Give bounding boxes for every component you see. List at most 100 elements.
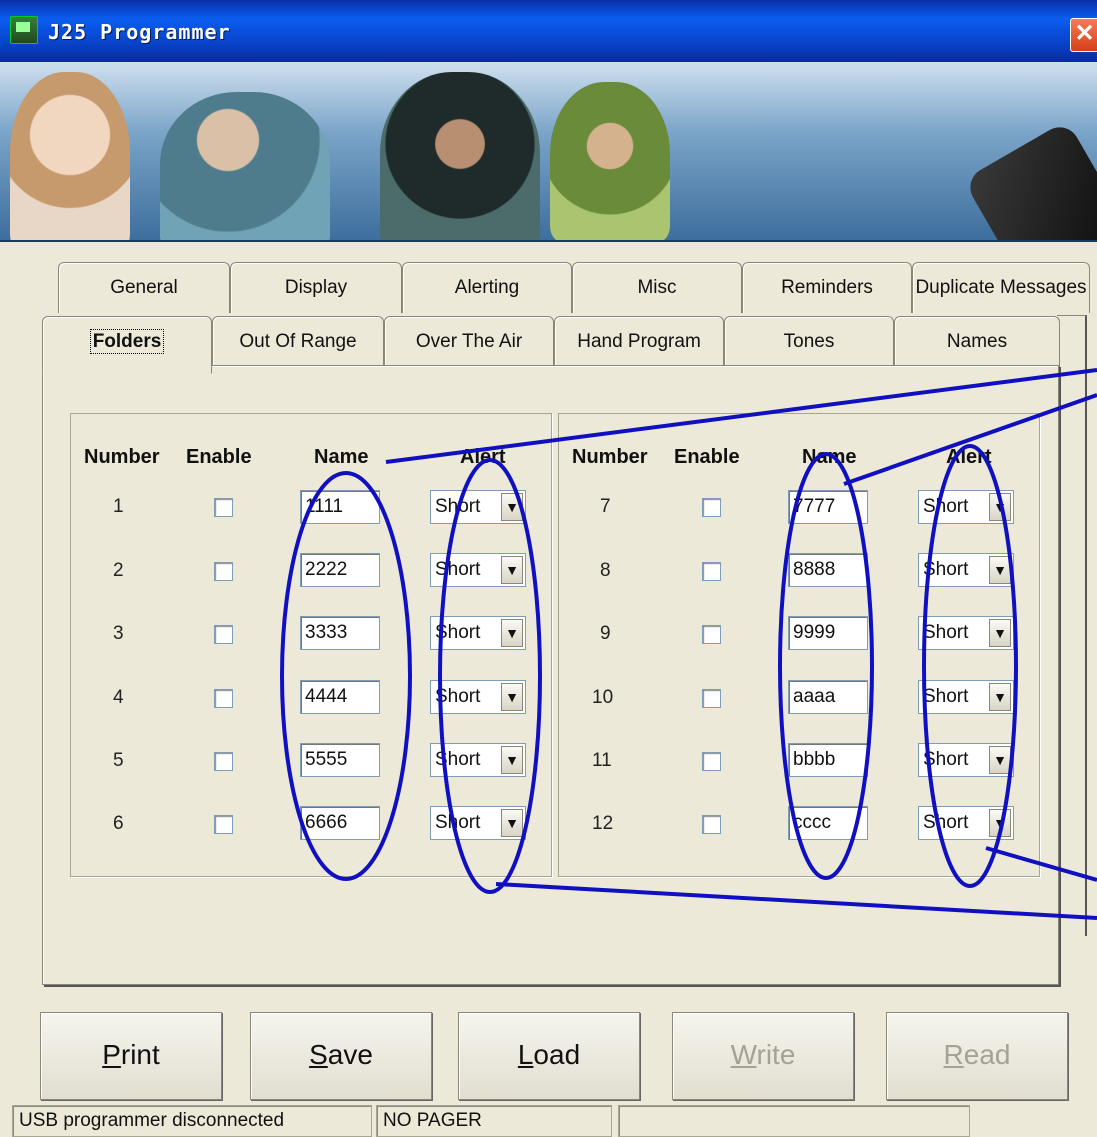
tab-folders[interactable]: Folders [42, 316, 212, 374]
folder-number: 4 [113, 687, 124, 708]
folder-enable-checkbox[interactable] [702, 689, 721, 708]
folder-name-input[interactable]: cccc [788, 806, 868, 840]
header-banner-image [0, 62, 1097, 242]
write-button[interactable]: Write [672, 1012, 854, 1100]
folder-alert-select[interactable]: Short ▼ [430, 490, 526, 524]
folder-number: 10 [592, 687, 614, 708]
chevron-down-icon[interactable]: ▼ [989, 619, 1011, 647]
folder-number: 11 [592, 750, 612, 771]
folder-alert-select[interactable]: Short ▼ [918, 553, 1014, 587]
chevron-down-icon[interactable]: ▼ [501, 809, 523, 837]
folder-number: 1 [113, 496, 124, 517]
tab-misc[interactable]: Misc [572, 262, 742, 313]
folder-enable-checkbox[interactable] [702, 498, 721, 517]
header-name-left: Name [314, 446, 369, 468]
chevron-down-icon[interactable]: ▼ [989, 809, 1011, 837]
header-alert-left: Alert [460, 446, 506, 468]
load-button[interactable]: Load [458, 1012, 640, 1100]
tab-over-the-air[interactable]: Over The Air [384, 316, 554, 367]
chevron-down-icon[interactable]: ▼ [501, 746, 523, 774]
load-label-rest: oad [533, 1039, 581, 1070]
folder-number: 3 [113, 623, 124, 644]
chevron-down-icon[interactable]: ▼ [989, 493, 1011, 521]
folder-name-input[interactable]: 7777 [788, 490, 868, 524]
read-label-rest: ead [963, 1039, 1011, 1070]
folder-alert-select[interactable]: Short ▼ [430, 680, 526, 714]
status-pager: NO PAGER [376, 1105, 612, 1137]
folder-name-input[interactable]: 3333 [300, 616, 380, 650]
folder-alert-select[interactable]: Short ▼ [430, 616, 526, 650]
folder-enable-checkbox[interactable] [214, 815, 233, 834]
folder-name-input[interactable]: 6666 [300, 806, 380, 840]
folder-enable-checkbox[interactable] [702, 815, 721, 834]
status-connection: USB programmer disconnected [12, 1105, 372, 1137]
print-label-rest: rint [120, 1039, 160, 1070]
chevron-down-icon[interactable]: ▼ [501, 556, 523, 584]
folder-enable-checkbox[interactable] [214, 625, 233, 644]
chevron-down-icon[interactable]: ▼ [989, 556, 1011, 584]
folder-number: 7 [600, 496, 611, 517]
folder-number: 2 [113, 560, 124, 581]
chevron-down-icon[interactable]: ▼ [989, 746, 1011, 774]
folder-alert-select[interactable]: Short ▼ [918, 743, 1014, 777]
folder-enable-checkbox[interactable] [214, 689, 233, 708]
chevron-down-icon[interactable]: ▼ [501, 493, 523, 521]
title-bar: J25 Programmer ✕ [0, 0, 1097, 62]
folder-alert-select[interactable]: Short ▼ [918, 616, 1014, 650]
folder-name-input[interactable]: 1111 [300, 490, 380, 524]
folder-enable-checkbox[interactable] [214, 752, 233, 771]
tab-names[interactable]: Names [894, 316, 1060, 367]
folder-name-input[interactable]: 4444 [300, 680, 380, 714]
tab-duplicate-messages[interactable]: Duplicate Messages [912, 262, 1090, 313]
folder-alert-select[interactable]: Short ▼ [430, 743, 526, 777]
close-button[interactable]: ✕ [1070, 18, 1097, 52]
folder-alert-select[interactable]: Short ▼ [918, 680, 1014, 714]
folder-number: 9 [600, 623, 611, 644]
folder-alert-value: Short [435, 496, 481, 517]
folder-alert-value: Short [923, 812, 969, 833]
print-button[interactable]: Print [40, 1012, 222, 1100]
write-label-rest: rite [756, 1039, 796, 1070]
save-button[interactable]: Save [250, 1012, 432, 1100]
folder-name-input[interactable]: 9999 [788, 616, 868, 650]
chevron-down-icon[interactable]: ▼ [501, 619, 523, 647]
tab-hand-program[interactable]: Hand Program [554, 316, 724, 367]
folder-alert-select[interactable]: Short ▼ [430, 553, 526, 587]
folder-name-input[interactable]: 2222 [300, 553, 380, 587]
folder-name-input[interactable]: 8888 [788, 553, 868, 587]
folder-number: 6 [113, 813, 124, 834]
tab-out-of-range[interactable]: Out Of Range [212, 316, 384, 367]
folder-enable-checkbox[interactable] [702, 625, 721, 644]
tab-display[interactable]: Display [230, 262, 402, 313]
folder-alert-select[interactable]: Short ▼ [918, 490, 1014, 524]
read-accel: R [943, 1039, 964, 1070]
read-button[interactable]: Read [886, 1012, 1068, 1100]
folder-name-input[interactable]: bbbb [788, 743, 868, 777]
tab-tones[interactable]: Tones [724, 316, 894, 367]
folder-enable-checkbox[interactable] [702, 562, 721, 581]
folder-alert-value: Short [435, 749, 481, 770]
tab-folders-label: Folders [89, 329, 165, 354]
folder-alert-value: Short [435, 812, 481, 833]
folder-enable-checkbox[interactable] [214, 498, 233, 517]
tab-reminders[interactable]: Reminders [742, 262, 912, 313]
banner-photo-man [380, 72, 540, 240]
tab-alerting[interactable]: Alerting [402, 262, 572, 313]
folder-alert-select[interactable]: Short ▼ [430, 806, 526, 840]
folder-alert-value: Short [923, 496, 969, 517]
folder-alert-select[interactable]: Short ▼ [918, 806, 1014, 840]
chevron-down-icon[interactable]: ▼ [989, 683, 1011, 711]
tab-general[interactable]: General [58, 262, 230, 313]
folder-name-input[interactable]: 5555 [300, 743, 380, 777]
header-number-left: Number [84, 446, 160, 468]
status-extra [618, 1105, 970, 1137]
header-enable-left: Enable [186, 446, 252, 468]
folder-enable-checkbox[interactable] [214, 562, 233, 581]
chevron-down-icon[interactable]: ▼ [501, 683, 523, 711]
folder-alert-value: Short [923, 686, 969, 707]
folder-name-input[interactable]: aaaa [788, 680, 868, 714]
folder-alert-value: Short [435, 686, 481, 707]
folder-enable-checkbox[interactable] [702, 752, 721, 771]
print-accel: P [102, 1039, 121, 1070]
banner-photo-woman [10, 72, 130, 240]
